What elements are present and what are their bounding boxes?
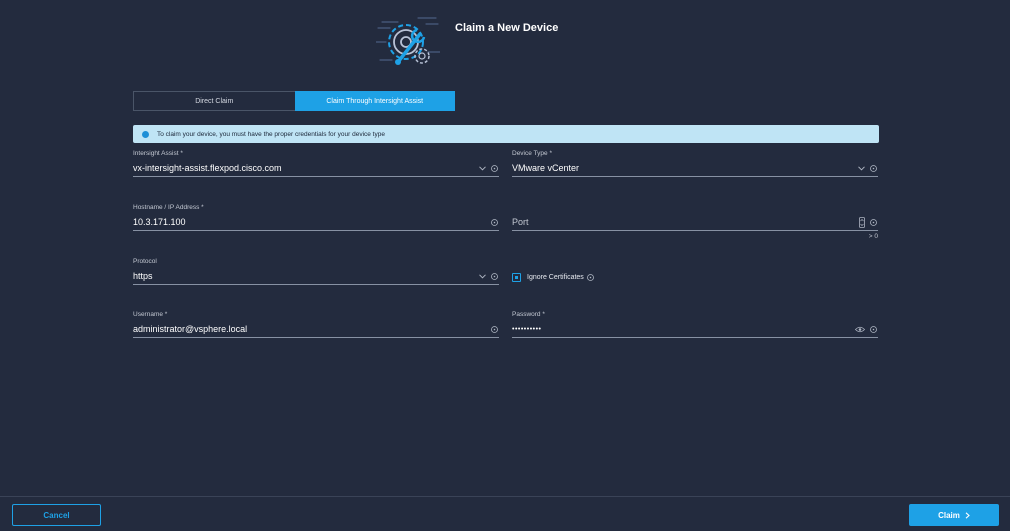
protocol-field: Protocol https	[133, 258, 499, 285]
hostname-input[interactable]: 10.3.171.100	[133, 214, 499, 231]
username-value: administrator@vsphere.local	[133, 324, 248, 334]
port-placeholder: Port	[512, 217, 529, 227]
port-input[interactable]: Port	[512, 214, 878, 231]
port-hint: > 0	[868, 233, 878, 240]
device-type-select[interactable]: VMware vCenter	[512, 160, 878, 177]
ignore-certificates-checkbox[interactable]	[512, 273, 521, 282]
chevron-right-icon	[965, 511, 970, 519]
device-type-label: Device Type *	[512, 150, 552, 157]
password-input[interactable]: ••••••••••	[512, 321, 878, 338]
info-circle-icon[interactable]	[491, 218, 498, 226]
chevron-down-icon[interactable]	[858, 165, 865, 171]
ignore-certificates-label: Ignore Certificates	[527, 274, 584, 281]
info-circle-icon[interactable]	[870, 218, 877, 226]
ignore-certificates-row: Ignore Certificates	[512, 273, 594, 282]
cancel-button[interactable]: Cancel	[12, 504, 101, 526]
claim-button[interactable]: Claim	[909, 504, 999, 526]
claim-method-tabs: Direct Claim Claim Through Intersight As…	[133, 91, 455, 111]
info-banner-message: To claim your device, you must have the …	[157, 130, 385, 138]
device-type-value: VMware vCenter	[512, 163, 580, 173]
info-circle-icon[interactable]	[491, 272, 498, 280]
protocol-value: https	[133, 271, 153, 281]
info-icon	[142, 130, 149, 138]
intersight-assist-select[interactable]: vx-intersight-assist.flexpod.cisco.com	[133, 160, 499, 177]
password-field: Password * ••••••••••	[512, 311, 878, 338]
footer-bar: Cancel Claim	[0, 496, 1010, 531]
protocol-select[interactable]: https	[133, 268, 499, 285]
username-label: Username *	[133, 311, 168, 318]
username-input[interactable]: administrator@vsphere.local	[133, 321, 499, 338]
device-type-field: Device Type * VMware vCenter	[512, 150, 878, 177]
intersight-assist-field: Intersight Assist * vx-intersight-assist…	[133, 150, 499, 177]
info-circle-icon[interactable]	[870, 164, 877, 172]
info-circle-icon[interactable]	[491, 325, 498, 333]
tab-direct-claim[interactable]: Direct Claim	[133, 91, 295, 111]
chevron-down-icon[interactable]	[479, 273, 486, 279]
hostname-value: 10.3.171.100	[133, 217, 186, 227]
hostname-label: Hostname / IP Address *	[133, 204, 204, 211]
chevron-down-icon[interactable]	[479, 165, 486, 171]
info-circle-icon[interactable]	[586, 274, 594, 281]
protocol-label: Protocol	[133, 258, 157, 265]
info-circle-icon[interactable]	[870, 325, 877, 333]
tab-claim-through-intersight-assist[interactable]: Claim Through Intersight Assist	[294, 91, 455, 111]
info-circle-icon[interactable]	[491, 164, 498, 172]
gears-wrench-icon	[375, 12, 441, 70]
info-banner: To claim your device, you must have the …	[133, 125, 879, 143]
eye-icon[interactable]	[855, 326, 865, 333]
page-title: Claim a New Device	[455, 22, 559, 34]
hostname-field: Hostname / IP Address * 10.3.171.100	[133, 204, 499, 231]
port-label	[512, 204, 878, 214]
password-value: ••••••••••	[512, 325, 542, 333]
password-label: Password *	[512, 311, 545, 318]
claim-device-page: Claim a New Device Direct Claim Claim Th…	[0, 0, 1010, 531]
stepper-icon[interactable]	[859, 216, 865, 228]
claim-button-label: Claim	[938, 510, 960, 520]
intersight-assist-label: Intersight Assist *	[133, 150, 183, 157]
intersight-assist-value: vx-intersight-assist.flexpod.cisco.com	[133, 163, 282, 173]
port-field: Port > 0	[512, 204, 878, 240]
username-field: Username * administrator@vsphere.local	[133, 311, 499, 338]
